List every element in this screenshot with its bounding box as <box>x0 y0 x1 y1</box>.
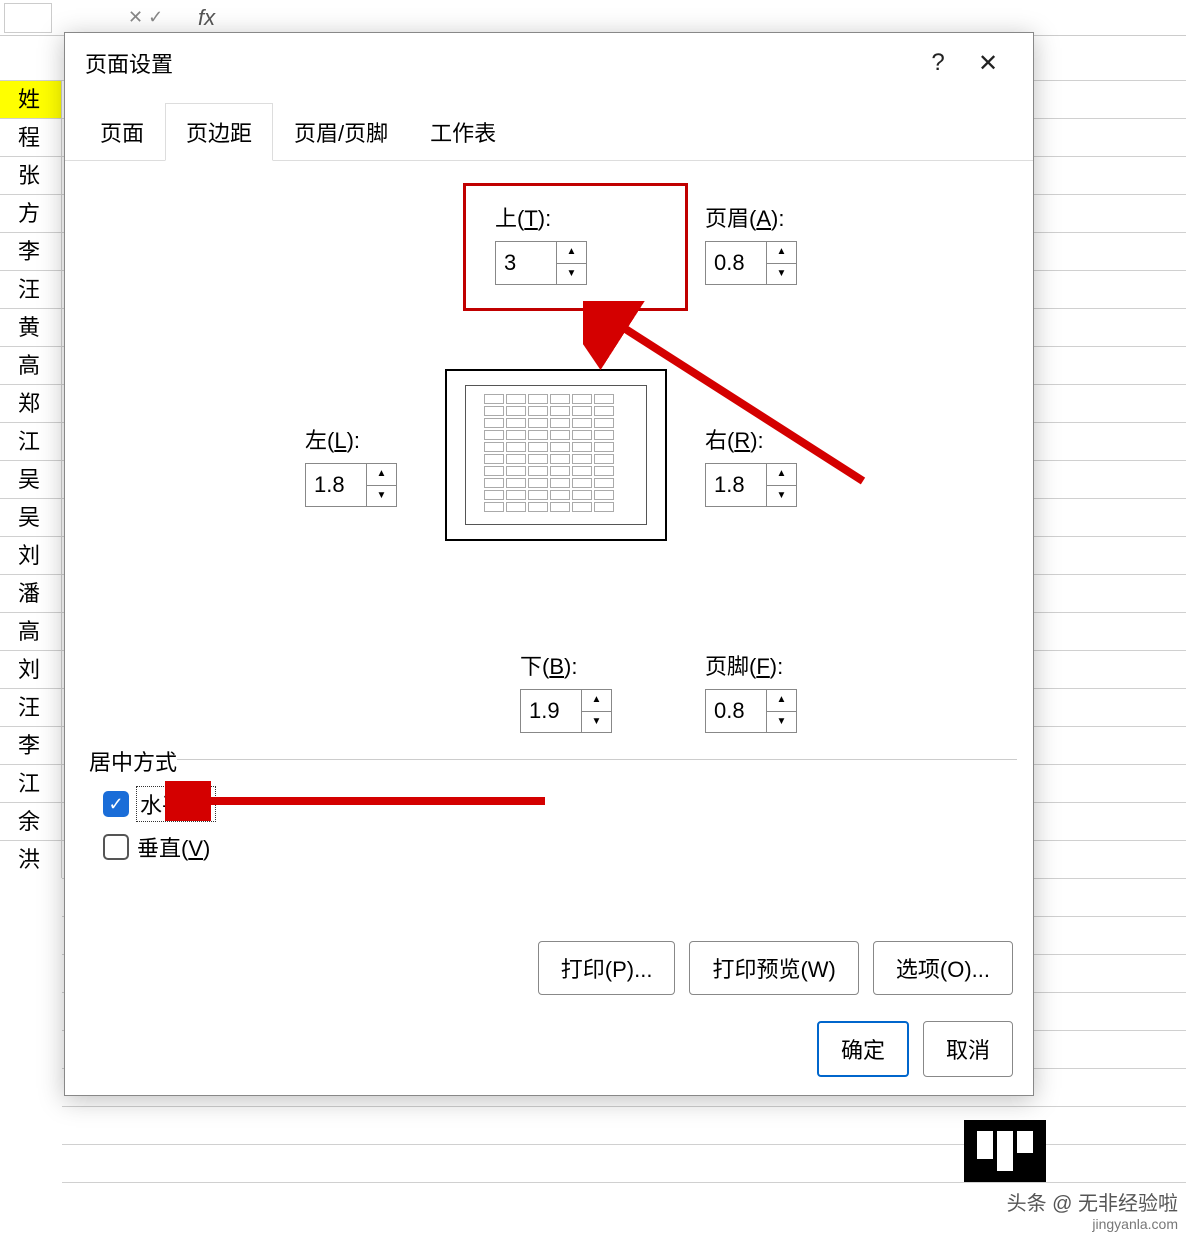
top-margin-input[interactable]: ▲▼ <box>495 241 587 285</box>
header-margin-label: 页眉(A): <box>705 201 797 233</box>
tab-headerfooter[interactable]: 页眉/页脚 <box>273 103 409 161</box>
header-margin-group: 页眉(A): ▲▼ <box>705 201 797 285</box>
row-cell[interactable]: 李 <box>0 232 62 270</box>
cancel-button[interactable]: 取消 <box>923 1021 1013 1077</box>
print-preview-button[interactable]: 打印预览(W) <box>689 941 858 995</box>
watermark-line1: 头条 @ 无非经验啦 <box>1007 1187 1178 1216</box>
row-cell[interactable]: 江 <box>0 422 62 460</box>
row-cell[interactable]: 姓 <box>0 80 62 118</box>
watermark-icon <box>964 1120 1046 1182</box>
options-button[interactable]: 选项(O)... <box>873 941 1013 995</box>
row-cell[interactable]: 刘 <box>0 650 62 688</box>
center-vertical-checkbox[interactable]: 垂直(V) <box>103 831 210 863</box>
fx-label: fx <box>198 5 215 31</box>
right-margin-group: 右(R): ▲▼ <box>705 423 797 507</box>
footer-margin-group: 页脚(F): ▲▼ <box>705 649 797 733</box>
spin-down-icon[interactable]: ▼ <box>767 486 796 507</box>
dialog-action-row: 打印(P)... 打印预览(W) 选项(O)... <box>538 941 1013 995</box>
bottom-margin-input[interactable]: ▲▼ <box>520 689 612 733</box>
page-preview <box>445 369 667 541</box>
row-cell[interactable]: 张 <box>0 156 62 194</box>
spin-down-icon[interactable]: ▼ <box>367 486 396 507</box>
watermark-line2: jingyanla.com <box>1007 1216 1178 1232</box>
footer-margin-label: 页脚(F): <box>705 649 797 681</box>
row-cell[interactable]: 洪 <box>0 840 62 878</box>
arrow-annotation <box>165 781 565 821</box>
dialog-footer: 确定 取消 <box>817 1021 1013 1077</box>
row-cell[interactable]: 余 <box>0 802 62 840</box>
help-button[interactable]: ? <box>913 49 963 77</box>
checkbox-icon: ✓ <box>103 791 129 817</box>
row-cell[interactable]: 郑 <box>0 384 62 422</box>
spin-down-icon[interactable]: ▼ <box>767 264 796 285</box>
center-horizontal-label: 水平(Z) <box>137 787 215 821</box>
page-setup-dialog: 页面设置 ? ✕ 页面 页边距 页眉/页脚 工作表 上(T): ▲▼ 页眉(A)… <box>64 32 1034 1096</box>
print-button[interactable]: 打印(P)... <box>538 941 676 995</box>
spin-up-icon[interactable]: ▲ <box>367 464 396 486</box>
row-cell[interactable]: 汪 <box>0 688 62 726</box>
tab-margins[interactable]: 页边距 <box>165 103 273 161</box>
center-section-label: 居中方式 <box>85 745 181 777</box>
bottom-margin-label: 下(B): <box>520 649 612 681</box>
spin-down-icon[interactable]: ▼ <box>767 712 796 733</box>
footer-margin-input[interactable]: ▲▼ <box>705 689 797 733</box>
formula-bar-icons[interactable]: ✕ ✓ <box>122 7 174 28</box>
row-cell[interactable]: 吴 <box>0 498 62 536</box>
row-cell[interactable]: 汪 <box>0 270 62 308</box>
dialog-tabs: 页面 页边距 页眉/页脚 工作表 <box>65 103 1033 161</box>
row-cell[interactable]: 李 <box>0 726 62 764</box>
dialog-content: 上(T): ▲▼ 页眉(A): ▲▼ 左(L): ▲▼ <box>65 161 1033 1041</box>
row-cell[interactable]: 程 <box>0 118 62 156</box>
spin-up-icon[interactable]: ▲ <box>767 242 796 264</box>
spin-down-icon[interactable]: ▼ <box>582 712 611 733</box>
row-cell[interactable]: 刘 <box>0 536 62 574</box>
bottom-margin-group: 下(B): ▲▼ <box>520 649 612 733</box>
center-vertical-label: 垂直(V) <box>137 831 210 863</box>
close-button[interactable]: ✕ <box>963 49 1013 78</box>
spin-up-icon[interactable]: ▲ <box>767 690 796 712</box>
spin-down-icon[interactable]: ▼ <box>557 264 586 285</box>
spin-up-icon[interactable]: ▲ <box>582 690 611 712</box>
header-margin-input[interactable]: ▲▼ <box>705 241 797 285</box>
dialog-title: 页面设置 <box>85 47 913 79</box>
row-cell[interactable]: 吴 <box>0 460 62 498</box>
watermark: 头条 @ 无非经验啦 jingyanla.com <box>1007 1187 1178 1232</box>
tab-page[interactable]: 页面 <box>79 103 165 161</box>
row-cell[interactable]: 高 <box>0 346 62 384</box>
left-margin-input[interactable]: ▲▼ <box>305 463 397 507</box>
left-margin-group: 左(L): ▲▼ <box>305 423 397 507</box>
top-margin-group: 上(T): ▲▼ <box>495 201 587 285</box>
spin-up-icon[interactable]: ▲ <box>557 242 586 264</box>
dialog-titlebar: 页面设置 ? ✕ <box>65 33 1033 93</box>
tab-sheet[interactable]: 工作表 <box>409 103 517 161</box>
name-box[interactable] <box>4 3 52 33</box>
formula-bar: ✕ ✓ fx <box>0 0 1186 36</box>
ok-button[interactable]: 确定 <box>817 1021 909 1077</box>
right-margin-label: 右(R): <box>705 423 797 455</box>
left-margin-label: 左(L): <box>305 423 397 455</box>
spin-up-icon[interactable]: ▲ <box>767 464 796 486</box>
row-cell[interactable]: 潘 <box>0 574 62 612</box>
top-margin-label: 上(T): <box>495 201 587 233</box>
right-margin-input[interactable]: ▲▼ <box>705 463 797 507</box>
row-headers: 姓 程 张 方 李 汪 黄 高 郑 江 吴 吴 刘 潘 高 刘 汪 李 江 余 … <box>0 80 62 878</box>
checkbox-icon <box>103 834 129 860</box>
center-horizontal-checkbox[interactable]: ✓ 水平(Z) <box>103 787 215 821</box>
row-cell[interactable]: 黄 <box>0 308 62 346</box>
row-cell[interactable]: 江 <box>0 764 62 802</box>
row-cell[interactable]: 方 <box>0 194 62 232</box>
row-cell[interactable]: 高 <box>0 612 62 650</box>
